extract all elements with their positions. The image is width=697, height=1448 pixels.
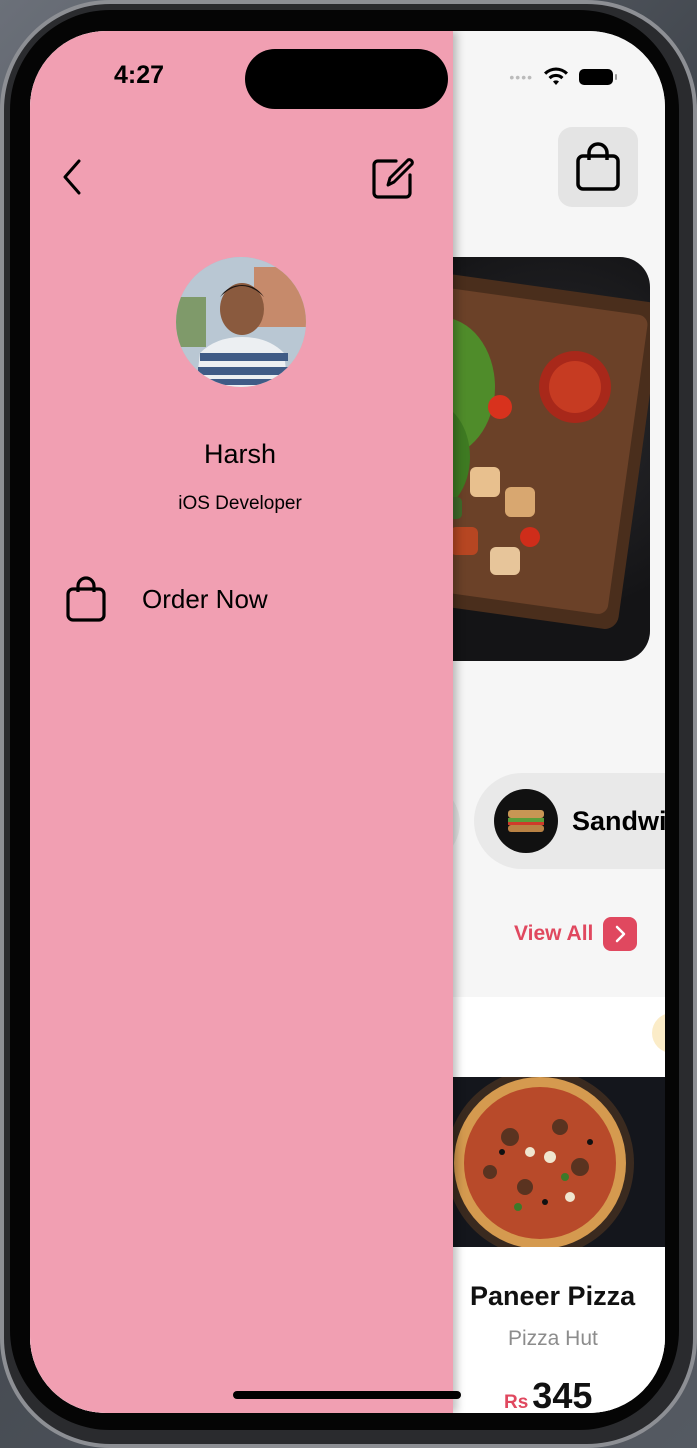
status-indicators: •••• [509,67,617,87]
menu-item-label: Order Now [142,583,268,614]
sandwich-icon [508,810,544,832]
view-all-link[interactable]: View All [514,917,638,951]
profile-role: iOS Developer [178,493,302,514]
profile-name: Harsh [203,439,277,469]
dynamic-island [245,49,448,109]
price-currency: Rs [504,1392,529,1413]
phone-screen: •••• Sandwi View All Paneer Pizza Pizza … [30,31,665,1413]
food-card-restaurant: Pizza Hut [508,1327,598,1350]
side-menu: 4:27 Harsh iOS Developer Order Now [30,31,453,1413]
chevron-right-icon [616,925,626,943]
food-card-image[interactable] [430,1077,665,1247]
food-card-title: Paneer Pizza [470,1281,636,1311]
price-value: 345 [532,1375,593,1413]
category-label: Sandwi [572,805,665,836]
food-card-price: Rs 345 [504,1375,592,1413]
cart-button[interactable] [558,127,638,207]
chevron-left-icon [63,159,81,195]
avatar[interactable] [176,257,306,387]
sandwich-thumbnail [494,789,558,853]
status-time: 4:27 [114,61,165,89]
wifi-icon [544,67,568,85]
avatar-image [176,257,306,387]
battery-icon [579,69,617,85]
pizza-image [446,1077,634,1247]
bag-icon [576,142,620,191]
menu-item-order-now[interactable]: Order Now [64,575,268,623]
edit-profile-button[interactable] [368,153,418,203]
compose-icon [372,158,414,199]
home-indicator[interactable] [233,1391,461,1399]
signal-icon: •••• [509,69,533,85]
view-all-button[interactable] [603,917,638,951]
bag-icon [64,575,108,623]
view-all-label: View All [514,922,594,945]
back-button[interactable] [54,157,90,197]
category-chip-sandwich[interactable]: Sandwi [474,773,665,869]
